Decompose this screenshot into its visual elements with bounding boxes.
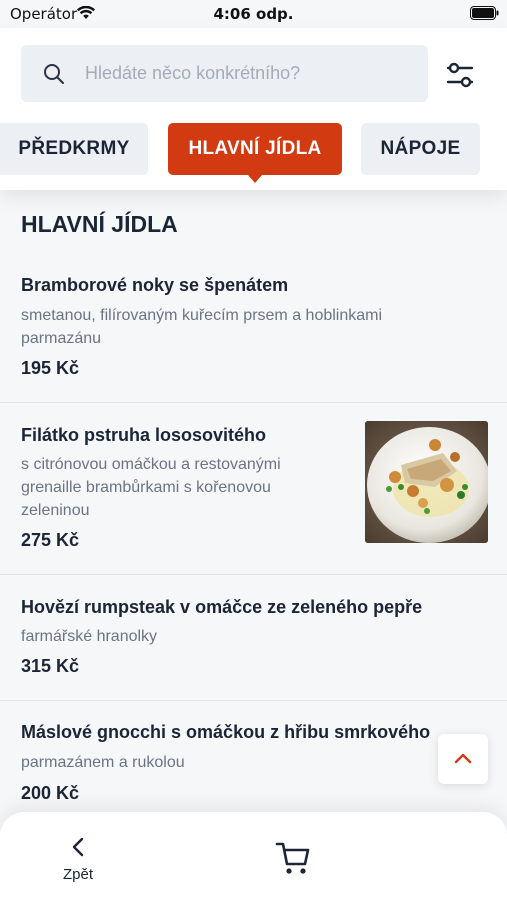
cart-icon[interactable] (273, 838, 313, 878)
tab-label: NÁPOJE (380, 138, 461, 159)
tab-hlavni-jidla[interactable]: HLAVNÍ JÍDLA (168, 123, 342, 183)
category-tabs: PŘEDKRMY HLAVNÍ JÍDLA NÁPOJE (0, 123, 507, 183)
item-name: Hovězí rumpsteak v omáčce ze zeleného pe… (21, 597, 423, 617)
filter-settings-icon[interactable] (443, 58, 477, 92)
tab-predkrmy[interactable]: PŘEDKRMY (0, 123, 148, 175)
item-name: Bramborové noky se špenátem (21, 275, 289, 295)
tab-label: PŘEDKRMY (18, 138, 130, 159)
back-button[interactable]: Zpět (52, 832, 104, 884)
chevron-up-icon (454, 753, 472, 764)
header: PŘEDKRMY HLAVNÍ JÍDLA NÁPOJE (0, 28, 507, 190)
back-label: Zpět (62, 866, 93, 883)
dish-photo[interactable] (365, 421, 488, 543)
search-bar[interactable] (21, 45, 428, 102)
active-tab-indicator (248, 175, 262, 183)
item-name: Máslové gnocchi s omáčkou z hřibu smrkov… (21, 722, 431, 742)
item-description: farmářské hranolky (21, 628, 158, 645)
item-description: parmazánem a rukolou (21, 754, 185, 771)
battery-icon (470, 6, 499, 20)
item-description: smetanou, filírovaným kuřecím prsem a ho… (21, 307, 383, 347)
item-price: 195 Kč (21, 358, 80, 378)
tab-label: HLAVNÍ JÍDLA (188, 138, 322, 159)
item-price: 275 Kč (21, 530, 80, 550)
search-input[interactable] (85, 45, 415, 102)
search-icon (44, 64, 64, 84)
clock: 4:06 odp. (213, 5, 294, 23)
scroll-to-top-button[interactable] (438, 734, 488, 784)
bottom-bar: Zpět (0, 812, 507, 900)
menu-item[interactable]: Hovězí rumpsteak v omáčce ze zeleného pe… (0, 575, 507, 701)
chevron-left-icon (72, 837, 84, 857)
item-price: 315 Kč (21, 656, 80, 676)
status-bar: Operátor 4:06 odp. (0, 0, 507, 28)
item-price: 200 Kč (21, 783, 80, 803)
tab-napoje[interactable]: NÁPOJE (361, 123, 480, 175)
item-name: Filátko pstruha lososovitého (21, 425, 267, 445)
section-title: HLAVNÍ JÍDLA (21, 211, 178, 237)
menu-item[interactable]: Bramborové noky se špenátem smetanou, fi… (0, 262, 507, 403)
menu-item[interactable]: Filátko pstruha lososovitého s citrónovo… (0, 403, 507, 575)
item-description: s citrónovou omáčkou a restovanými grena… (21, 456, 281, 519)
